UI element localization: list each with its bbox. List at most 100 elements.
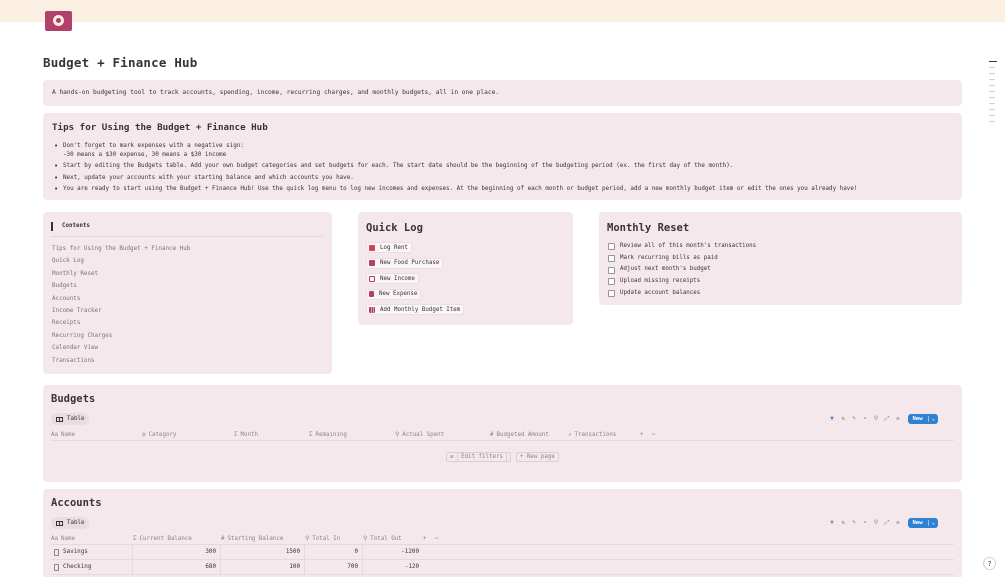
total-in-cell[interactable]: 700 bbox=[305, 559, 363, 575]
toc-link[interactable]: Calendar View bbox=[52, 342, 190, 354]
toc-link[interactable]: Recurring Charges bbox=[52, 330, 190, 342]
total-out-cell[interactable]: -1200 bbox=[363, 545, 423, 560]
tip-item: Don't forget to mark expenses with a neg… bbox=[52, 141, 857, 161]
checklist: Review all of this month's transactions … bbox=[608, 241, 756, 300]
quick-log-block: Quick Log Log Rent New Food Purchase New… bbox=[358, 212, 573, 325]
name-cell[interactable]: Checking bbox=[51, 559, 133, 575]
toc-link[interactable]: Transactions bbox=[52, 355, 190, 367]
sort-icon[interactable]: ⇅ bbox=[840, 520, 847, 526]
current-balance-cell[interactable]: 680 bbox=[133, 559, 221, 575]
money-bill-icon[interactable] bbox=[45, 11, 72, 31]
add-monthly-budget-item-button[interactable]: Add Monthly Budget Item bbox=[366, 304, 465, 315]
page-icon bbox=[54, 548, 59, 556]
database-toolbar: ▼ ⇅ ϟ ⌕ ⚲ ⤢ ≡ New ⌄ bbox=[829, 414, 938, 424]
quick-log-heading: Quick Log bbox=[366, 222, 423, 234]
column-header[interactable]: ↗ Transactions bbox=[568, 432, 640, 438]
checkbox[interactable] bbox=[608, 290, 615, 298]
search-icon[interactable]: ⌕ bbox=[862, 520, 869, 526]
monthly-reset-block: Monthly Reset Review all of this month's… bbox=[599, 212, 962, 305]
new-button[interactable]: New ⌄ bbox=[907, 518, 938, 528]
monthly-reset-heading: Monthly Reset bbox=[607, 222, 690, 234]
help-button[interactable]: ? bbox=[983, 557, 996, 570]
more-icon[interactable]: ⋯ bbox=[652, 432, 664, 438]
toc-link[interactable]: Quick Log bbox=[52, 255, 190, 267]
tips-heading: Tips for Using the Budget + Finance Hub bbox=[52, 122, 268, 133]
column-header[interactable]: ⚲ Total Out bbox=[363, 536, 423, 542]
toc-link[interactable]: Budgets bbox=[52, 280, 190, 292]
starting-balance-cell[interactable]: 100 bbox=[221, 559, 305, 575]
current-balance-cell[interactable]: 300 bbox=[133, 544, 221, 560]
edit-filters-button[interactable]: ≡ Edit filters bbox=[446, 452, 511, 462]
total-out-cell[interactable]: -120 bbox=[363, 560, 423, 575]
database-toolbar: ▼ ⇅ ϟ ⌕ ⚲ ⤢ ≡ New ⌄ bbox=[829, 518, 938, 528]
lightning-icon[interactable]: ϟ bbox=[851, 416, 858, 422]
column-header[interactable]: Aa Name bbox=[51, 536, 133, 542]
tips-list: Don't forget to mark expenses with a neg… bbox=[52, 141, 857, 196]
table-view-tab[interactable]: Table bbox=[51, 413, 90, 425]
add-column-button[interactable]: + bbox=[640, 432, 652, 438]
checklist-item: Update account balances bbox=[608, 288, 756, 300]
expand-icon[interactable]: ⤢ bbox=[884, 520, 891, 527]
column-header[interactable]: ⚲ Total In bbox=[305, 536, 363, 542]
column-header[interactable]: ⚲ Actual Spent bbox=[395, 432, 490, 438]
search-icon[interactable]: ⚲ bbox=[873, 520, 880, 526]
table-row[interactable]: Checking 680 100 700 -120 bbox=[51, 559, 954, 575]
total-in-cell[interactable]: 0 bbox=[305, 544, 363, 560]
lightning-icon[interactable]: ϟ bbox=[851, 520, 858, 526]
chevron-down-icon[interactable]: ⌄ bbox=[927, 520, 935, 526]
new-expense-button[interactable]: New Expense bbox=[366, 288, 422, 300]
name-cell[interactable]: Savings bbox=[51, 544, 133, 560]
new-income-button[interactable]: New Income bbox=[366, 273, 419, 284]
food-icon bbox=[369, 260, 375, 266]
checklist-item: Adjust next month's budget bbox=[608, 264, 756, 276]
log-rent-button[interactable]: Log Rent bbox=[366, 242, 412, 253]
column-header[interactable]: # Budgeted Amount bbox=[490, 432, 568, 438]
column-header[interactable]: Aa Name bbox=[51, 432, 142, 438]
column-header[interactable]: Σ Current Balance bbox=[133, 536, 221, 542]
column-header[interactable]: Σ Remaining bbox=[309, 432, 395, 438]
toc-link[interactable]: Receipts bbox=[52, 317, 190, 329]
new-button[interactable]: New ⌄ bbox=[907, 414, 938, 424]
description-text: A hands-on budgeting tool to track accou… bbox=[52, 89, 500, 96]
table-icon bbox=[56, 416, 63, 422]
settings-icon[interactable]: ≡ bbox=[895, 520, 902, 526]
checkbox[interactable] bbox=[608, 266, 615, 274]
table-row[interactable]: Savings 300 1500 0 -1200 bbox=[51, 544, 954, 560]
sort-icon[interactable]: ⇅ bbox=[840, 416, 847, 422]
filter-icon[interactable]: ▼ bbox=[829, 416, 836, 422]
checkbox[interactable] bbox=[608, 255, 615, 263]
column-header[interactable]: # Starting Balance bbox=[221, 536, 305, 542]
money-icon bbox=[369, 275, 375, 282]
settings-icon[interactable]: ≡ bbox=[895, 416, 902, 422]
checkbox[interactable] bbox=[608, 278, 615, 286]
tips-callout: Tips for Using the Budget + Finance Hub … bbox=[43, 113, 962, 200]
table-icon bbox=[56, 520, 63, 526]
page-outline-markers[interactable] bbox=[989, 61, 997, 127]
table-view-tab[interactable]: Table bbox=[51, 517, 90, 529]
description-callout: A hands-on budgeting tool to track accou… bbox=[43, 80, 962, 106]
column-header[interactable]: Σ Month bbox=[234, 432, 309, 438]
toc-link[interactable]: Monthly Reset bbox=[52, 268, 190, 280]
checkbox[interactable] bbox=[608, 243, 615, 251]
toc-link[interactable]: Accounts bbox=[52, 293, 190, 305]
search-icon[interactable]: ⌕ bbox=[862, 416, 869, 422]
search-icon[interactable]: ⚲ bbox=[873, 416, 880, 422]
add-column-button[interactable]: + bbox=[423, 536, 435, 542]
receipt-icon bbox=[369, 291, 374, 297]
table-header: Aa Name ◎ Category Σ Month Σ Remaining ⚲ Actu… bbox=[51, 429, 954, 441]
toc-link[interactable]: Tips for Using the Budget + Finance Hub bbox=[52, 243, 190, 255]
expand-icon[interactable]: ⤢ bbox=[884, 416, 891, 423]
new-food-purchase-button[interactable]: New Food Purchase bbox=[366, 257, 444, 269]
accounts-heading: Accounts bbox=[51, 497, 102, 509]
page-title: Budget + Finance Hub bbox=[43, 55, 198, 70]
filter-icon[interactable]: ▼ bbox=[829, 520, 836, 526]
empty-state: ≡ Edit filters + New page bbox=[43, 452, 962, 462]
starting-balance-cell[interactable]: 1500 bbox=[221, 544, 305, 560]
more-icon[interactable]: ⋯ bbox=[435, 536, 447, 542]
new-page-button[interactable]: + New page bbox=[515, 452, 559, 462]
checklist-item: Review all of this month's transactions bbox=[608, 241, 756, 253]
chevron-down-icon[interactable]: ⌄ bbox=[927, 416, 935, 422]
checklist-item: Upload missing receipts bbox=[608, 276, 756, 288]
column-header[interactable]: ◎ Category bbox=[142, 432, 234, 438]
toc-link[interactable]: Income Tracker bbox=[52, 305, 190, 317]
